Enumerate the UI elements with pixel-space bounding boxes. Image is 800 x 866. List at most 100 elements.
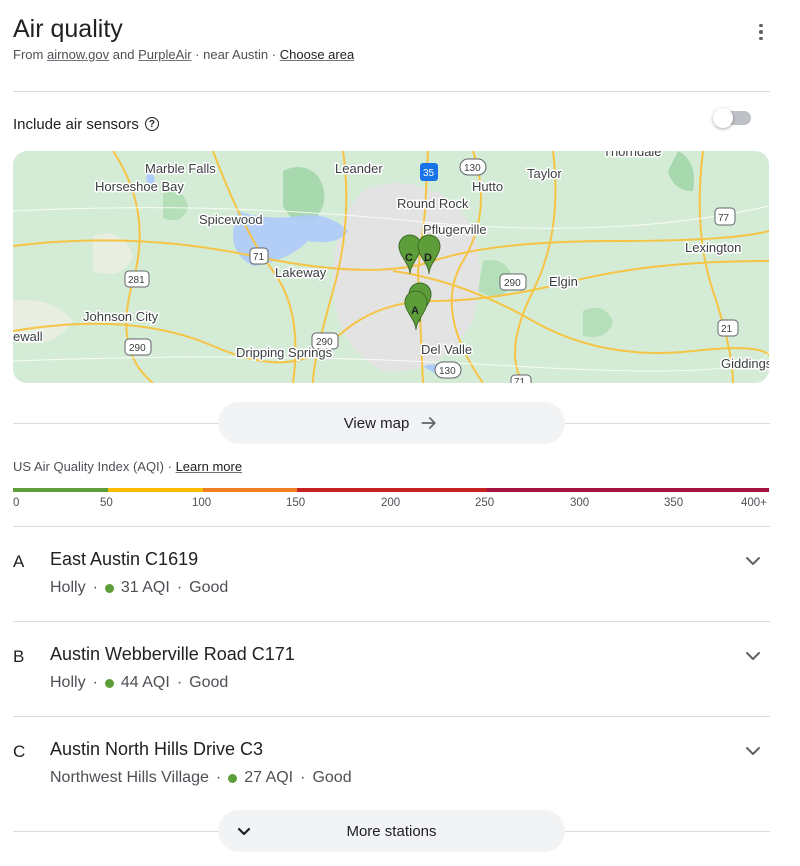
- place-label: Elgin: [549, 274, 578, 289]
- aqi-tick: 350: [664, 497, 684, 509]
- place-label: Lakeway: [275, 265, 327, 280]
- toggle-knob: [713, 108, 733, 128]
- shield-label: 130: [439, 366, 456, 377]
- station-row[interactable]: C Austin North Hills Drive C3 Northwest …: [13, 717, 769, 811]
- station-row[interactable]: A East Austin C1619 Holly · 31 AQI · Goo…: [13, 527, 769, 621]
- arrow-right-icon: [421, 417, 436, 429]
- place-label: Marble Falls: [145, 161, 216, 176]
- station-letter: A: [13, 552, 25, 571]
- shield-label: 35: [423, 168, 435, 179]
- place-label: Dripping Springs: [236, 345, 333, 360]
- source-line: From airnow.gov and PurpleAir · near Aus…: [13, 46, 787, 64]
- airnow-link[interactable]: airnow.gov: [47, 47, 109, 62]
- place-label: Round Rock: [397, 196, 469, 211]
- help-icon[interactable]: ?: [144, 117, 159, 131]
- location-text: · near Austin ·: [195, 47, 277, 62]
- chevron-down-icon[interactable]: [741, 644, 765, 668]
- place-label: Spicewood: [199, 212, 263, 227]
- station-letter: C: [13, 742, 26, 761]
- chevron-down-icon[interactable]: [741, 549, 765, 573]
- aqi-segment-moderate: [108, 488, 203, 492]
- shield-label: 21: [721, 324, 733, 335]
- from-text: From: [13, 47, 44, 62]
- more-stations-label: More stations: [346, 822, 437, 840]
- place-label: Horseshoe Bay: [95, 179, 184, 194]
- station-area: Northwest Hills Village: [50, 769, 209, 786]
- more-stations-button[interactable]: More stations: [218, 810, 565, 852]
- station-status: Good: [312, 769, 352, 786]
- aqi-row: US Air Quality Index (AQI) · Learn more: [13, 459, 243, 474]
- map[interactable]: 130 35 77 71 281 290 290 21 290 130 71 M…: [13, 151, 769, 383]
- aqi-segment-hazardous: [487, 488, 769, 492]
- aqi-status-dot: [104, 583, 114, 593]
- place-label: Hutto: [472, 179, 503, 194]
- shield-label: 71: [514, 377, 526, 383]
- aqi-status-dot: [228, 773, 238, 783]
- choose-area-link[interactable]: Choose area: [280, 47, 354, 62]
- learn-more-link[interactable]: Learn more: [176, 459, 242, 474]
- sensors-row: Include air sensors ?: [13, 108, 769, 136]
- place-label: Pflugerville: [423, 222, 487, 237]
- station-area: Holly: [50, 579, 86, 596]
- aqi-tick: 50: [100, 497, 113, 509]
- aqi-tick: 100: [192, 497, 212, 509]
- aqi-tick: 300: [570, 497, 590, 509]
- place-label: Lexington: [685, 240, 741, 255]
- aqi-segment-sensitive: [203, 488, 297, 492]
- station-meta: Holly · 31 AQI · Good: [50, 579, 229, 596]
- aqi-segment-unhealthy: [297, 488, 487, 492]
- sensors-toggle[interactable]: [713, 108, 751, 128]
- pin-label: A: [411, 305, 419, 317]
- view-map-label: View map: [343, 414, 410, 432]
- station-name: Austin North Hills Drive C3: [50, 739, 264, 759]
- place-label: Del Valle: [421, 342, 472, 357]
- shield-label: 77: [718, 213, 730, 224]
- shield-label: 71: [253, 252, 265, 263]
- aqi-tick: 400+: [741, 497, 767, 509]
- station-status: Good: [189, 579, 229, 596]
- shield-label: 281: [128, 275, 145, 286]
- aqi-color-scale: [13, 488, 769, 492]
- header: Air quality From airnow.gov and PurpleAi…: [13, 14, 787, 74]
- place-label: Johnson City: [83, 309, 159, 324]
- map-canvas: 130 35 77 71 281 290 290 21 290 130 71 M…: [13, 151, 769, 383]
- station-aqi: 31 AQI: [120, 579, 170, 596]
- station-name: East Austin C1619: [50, 549, 199, 569]
- aqi-tick: 200: [381, 497, 401, 509]
- aqi-tick: 150: [286, 497, 306, 509]
- shield-label: 290: [504, 278, 521, 289]
- page-title: Air quality: [13, 15, 123, 43]
- station-letter: B: [13, 647, 25, 666]
- aqi-segment-good: [13, 488, 108, 492]
- shield-label: 130: [464, 163, 481, 174]
- place-label: Leander: [335, 161, 383, 176]
- station-area: Holly: [50, 674, 86, 691]
- station-aqi: 27 AQI: [244, 769, 294, 786]
- aqi-tick: 250: [475, 497, 495, 509]
- and-text: and: [112, 47, 135, 62]
- station-meta: Holly · 44 AQI · Good: [50, 674, 229, 691]
- aqi-label: US Air Quality Index (AQI): [13, 459, 164, 474]
- place-label: ewall: [13, 329, 43, 344]
- station-name: Austin Webberville Road C171: [50, 644, 295, 664]
- station-aqi: 44 AQI: [120, 674, 170, 691]
- station-status: Good: [189, 674, 229, 691]
- more-options-icon[interactable]: [749, 20, 773, 44]
- place-label: Giddings: [721, 356, 769, 371]
- divider: [13, 91, 770, 92]
- aqi-tick: 0: [13, 497, 20, 509]
- place-label: Taylor: [527, 166, 562, 181]
- station-meta: Northwest Hills Village · 27 AQI · Good: [50, 769, 352, 786]
- sensors-label: Include air sensors: [13, 115, 139, 133]
- purpleair-link[interactable]: PurpleAir: [138, 47, 191, 62]
- aqi-status-dot: [104, 678, 114, 688]
- pin-label: C: [405, 252, 413, 264]
- shield-label: 290: [129, 343, 146, 354]
- view-map-button[interactable]: View map: [218, 402, 565, 444]
- place-label: Thorndale: [603, 151, 662, 159]
- chevron-down-icon[interactable]: [741, 739, 765, 763]
- aqi-ticks: 0 50 100 150 200 250 300 350 400+: [13, 497, 769, 513]
- pin-label: D: [424, 252, 432, 264]
- chevron-down-icon: [237, 827, 251, 836]
- station-row[interactable]: B Austin Webberville Road C171 Holly · 4…: [13, 622, 769, 716]
